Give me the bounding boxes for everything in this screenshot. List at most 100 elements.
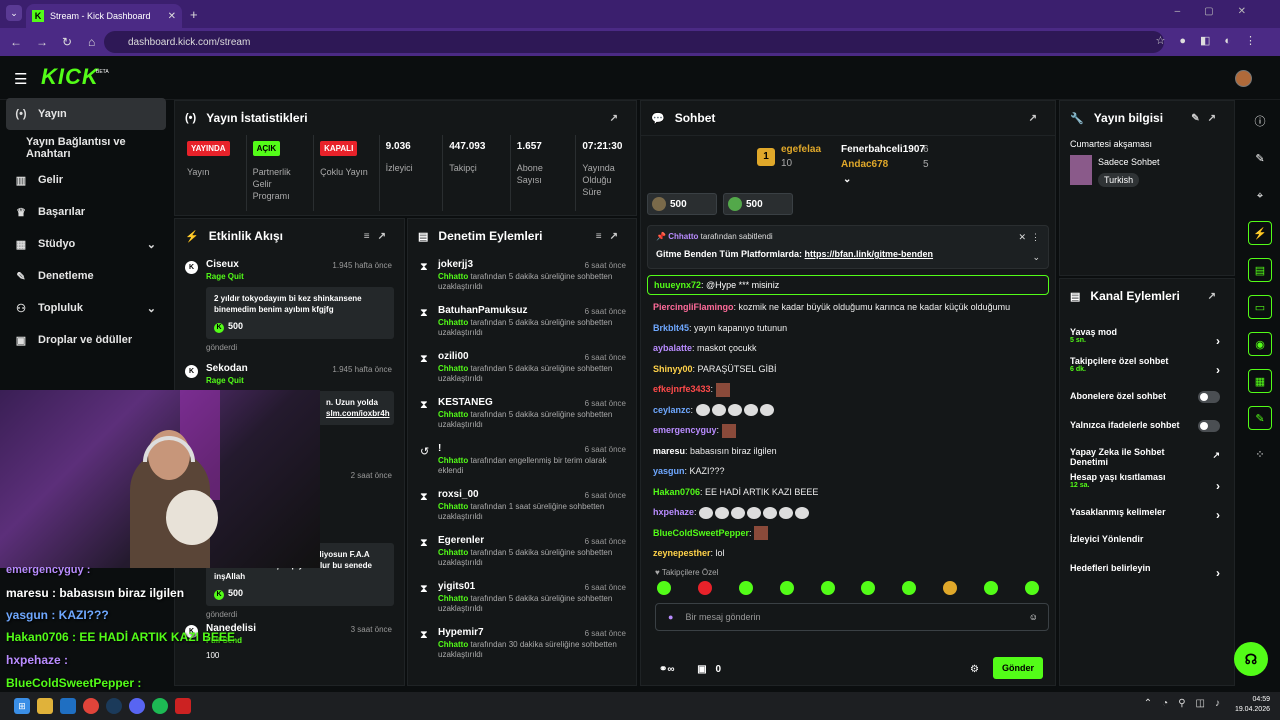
- language-tag[interactable]: Turkish: [1098, 173, 1140, 187]
- emote-icon[interactable]: [1024, 580, 1039, 595]
- gift-badge[interactable]: 500: [723, 193, 793, 215]
- windows-start-icon[interactable]: ⊞: [14, 698, 30, 714]
- taskbar-clock[interactable]: 04:59 19.04.2026: [1235, 695, 1270, 715]
- sidebar-item-stream[interactable]: (•) Yayın: [6, 98, 166, 130]
- chat-bubble-icon[interactable]: ▭: [1248, 295, 1272, 319]
- category-name[interactable]: Sadece Sohbet: [1098, 157, 1160, 167]
- slow-mode-row[interactable]: Yavaş mod 5 sn. ›: [1060, 327, 1234, 356]
- chat-user[interactable]: zeynepesther: [653, 548, 711, 558]
- subscribers-only-toggle[interactable]: [1198, 391, 1220, 403]
- new-tab-icon[interactable]: +: [190, 7, 198, 22]
- chat-user[interactable]: huueynx72: [654, 280, 701, 290]
- chat-user[interactable]: aybalatte: [653, 343, 692, 353]
- chat-user[interactable]: Shinyy00: [653, 364, 693, 374]
- filter-popout-icons[interactable]: ≡↗: [364, 231, 394, 242]
- chevron-down-icon: ⌄: [146, 302, 156, 315]
- spotify-icon[interactable]: [152, 698, 168, 714]
- emote-icon[interactable]: [902, 580, 917, 595]
- sidebar-item-studio[interactable]: ▦ Stüdyo ⌄: [0, 228, 172, 260]
- emote-icon[interactable]: [697, 580, 712, 595]
- kick-logo[interactable]: KICK: [41, 64, 99, 90]
- user-avatar[interactable]: [1235, 70, 1252, 87]
- widgets-icon[interactable]: ⁘: [1248, 443, 1272, 467]
- wrench-icon[interactable]: ✎: [1248, 406, 1272, 430]
- chat-user[interactable]: Brkblt45: [653, 323, 689, 333]
- info-icon[interactable]: ⓘ: [1248, 110, 1272, 134]
- focus-icon[interactable]: ⌖: [1248, 184, 1272, 208]
- chat-user[interactable]: PiercingliFlamingo: [653, 302, 734, 312]
- emote-icon[interactable]: [861, 580, 876, 595]
- close-tab-icon[interactable]: ✕: [168, 11, 176, 22]
- send-button[interactable]: Gönder: [993, 657, 1043, 679]
- edit-icon[interactable]: ✎: [1248, 147, 1272, 171]
- sidebar-item-stream-key[interactable]: Yayın Bağlantısı ve Anahtarı: [0, 132, 172, 164]
- sidebar-item-drops[interactable]: ▣ Droplar ve ödüller: [0, 324, 172, 356]
- chat-user[interactable]: emergencyguy: [653, 425, 717, 435]
- filter-popout-icons[interactable]: ≡↗: [596, 231, 626, 242]
- emote-icon[interactable]: [984, 580, 998, 595]
- settings-gear-icon[interactable]: ⚙: [970, 664, 979, 675]
- chat-user[interactable]: efkejnrfe3433: [653, 384, 711, 394]
- forward-icon[interactable]: →: [36, 35, 52, 49]
- emoji-icon[interactable]: ☺: [1029, 612, 1038, 622]
- steam-icon[interactable]: [106, 698, 122, 714]
- sidebar-item-community[interactable]: ⚇ Topluluk ⌄: [0, 292, 172, 324]
- extension-icons[interactable]: ☆●◧◐⋮: [1155, 34, 1270, 47]
- chevron-down-icon[interactable]: ⌄: [1032, 252, 1040, 263]
- goals-row[interactable]: Hedefleri belirleyin ›: [1060, 559, 1234, 588]
- emote-icon[interactable]: [943, 580, 958, 595]
- account-age-row[interactable]: Hesap yaşı kısıtlaması 12 sa. ›: [1060, 472, 1234, 501]
- chat-user[interactable]: maresu: [653, 446, 685, 456]
- more-options-icon[interactable]: ⋮: [1031, 232, 1040, 243]
- popout-icon[interactable]: ↗: [1208, 291, 1224, 302]
- mic-icon[interactable]: ●: [668, 612, 673, 622]
- back-icon[interactable]: ←: [10, 35, 26, 49]
- tab-search-icon[interactable]: ⌄: [6, 5, 22, 21]
- url-input[interactable]: dashboard.kick.com/stream: [104, 31, 1164, 53]
- sidebar-item-moderation[interactable]: ✎ Denetleme: [0, 260, 172, 292]
- reload-icon[interactable]: ↻: [62, 35, 78, 49]
- chat-user[interactable]: BlueColdSweetPepper: [653, 528, 749, 538]
- chat-user[interactable]: ceylanzc: [653, 405, 691, 415]
- raid-row[interactable]: İzleyici Yönlendir: [1060, 530, 1234, 559]
- popout-icon[interactable]: ↗: [1029, 113, 1045, 124]
- banned-words-row[interactable]: Yasaklanmış kelimeler ›: [1060, 501, 1234, 530]
- home-icon[interactable]: ⌂: [88, 35, 104, 49]
- pinned-link[interactable]: https://bfan.link/gitme-benden: [805, 249, 934, 259]
- outlook-icon[interactable]: [60, 698, 76, 714]
- unpin-icon[interactable]: ✕: [1018, 232, 1026, 243]
- infinity-icon[interactable]: ⚭∞: [659, 664, 675, 675]
- help-button[interactable]: ☊: [1234, 642, 1268, 676]
- emote-icon[interactable]: [779, 580, 794, 595]
- gift-box-icon[interactable]: ▣: [697, 664, 706, 675]
- lightning-icon[interactable]: ⚡: [1248, 221, 1272, 245]
- file-explorer-icon[interactable]: [37, 698, 53, 714]
- chrome-icon[interactable]: [83, 698, 99, 714]
- document-icon[interactable]: ▤: [1248, 258, 1272, 282]
- ai-moderation-row[interactable]: Yapay Zeka ile Sohbet Denetimi ↗: [1060, 443, 1234, 472]
- channel-actions-icon[interactable]: ▦: [1248, 369, 1272, 393]
- edit-popout-icons[interactable]: ✎↗: [1191, 113, 1224, 124]
- hamburger-menu-icon[interactable]: ☰: [14, 70, 27, 88]
- chat-user[interactable]: yasgun: [653, 466, 685, 476]
- followers-only-row[interactable]: Takipçilere özel sohbet 6 dk. ›: [1060, 356, 1234, 385]
- gift-badge[interactable]: 500: [647, 193, 717, 215]
- emotes-only-toggle[interactable]: [1198, 420, 1220, 432]
- chat-input[interactable]: ● Bir mesaj gönderin ☺: [655, 602, 1049, 631]
- app-icon[interactable]: [175, 698, 191, 714]
- sidebar-item-achievements[interactable]: ♛ Başarılar: [0, 196, 172, 228]
- sidebar-item-revenue[interactable]: ▥ Gelir: [0, 164, 172, 196]
- message-link[interactable]: slm.com/ioxbr4h: [326, 408, 390, 419]
- discord-icon[interactable]: [129, 698, 145, 714]
- expand-icon[interactable]: ⌄: [843, 174, 851, 185]
- window-controls[interactable]: –▢✕: [1175, 6, 1270, 17]
- system-tray-icons[interactable]: ⌃◔⚲◫♪: [1144, 698, 1230, 709]
- emote-icon[interactable]: [820, 580, 835, 595]
- popout-icon[interactable]: ↗: [610, 113, 626, 124]
- broadcast-icon[interactable]: ◉: [1248, 332, 1272, 356]
- chat-user[interactable]: Hakan0706: [653, 487, 700, 497]
- browser-tab[interactable]: K Stream - Kick Dashboard ✕: [26, 4, 182, 28]
- chat-user[interactable]: hxpehaze: [653, 507, 694, 517]
- emote-icon[interactable]: [738, 580, 753, 595]
- emote-icon[interactable]: [657, 580, 671, 595]
